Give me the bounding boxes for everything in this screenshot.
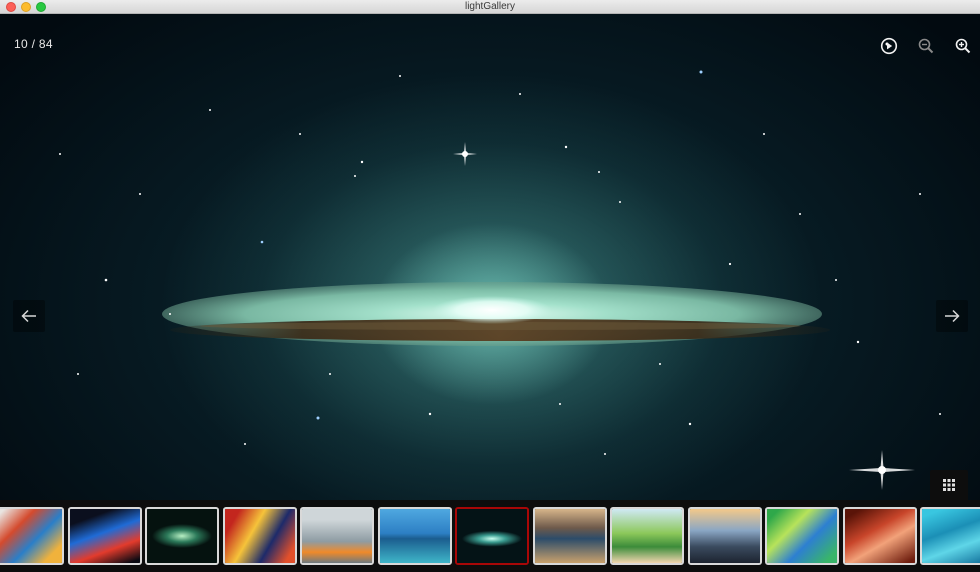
thumbnail-image (69, 509, 140, 563)
thumbnail-image (224, 509, 295, 563)
thumbnail-image (457, 509, 527, 563)
thumbnail-image (689, 509, 760, 563)
thumbnail-item[interactable] (300, 507, 374, 565)
grid-icon (943, 479, 955, 491)
thumbnail-image (844, 509, 915, 563)
galaxy-image (59, 42, 941, 490)
thumbnail-image (147, 509, 217, 563)
thumbnail-image (379, 509, 450, 563)
thumbnail-image (0, 509, 62, 563)
thumbnail-item[interactable] (687, 507, 762, 565)
thumbnail-image (612, 509, 682, 563)
autoplay-button[interactable] (879, 36, 899, 56)
thumbnail-item[interactable] (842, 507, 917, 565)
thumbnail-image (922, 509, 980, 563)
zoom-in-button[interactable] (953, 36, 973, 56)
window-title: lightGallery (464, 1, 516, 12)
play-circle-icon (880, 37, 898, 55)
thumbnail-toggle-button[interactable] (930, 470, 968, 500)
thumbnail-strip[interactable] (0, 500, 980, 572)
thumbnail-image (534, 509, 605, 563)
zoom-out-button[interactable] (916, 36, 936, 56)
next-slide-button[interactable] (936, 300, 968, 332)
thumbnail-item[interactable] (145, 507, 219, 565)
thumbnail-item[interactable] (765, 507, 839, 565)
slide-image: 10 / 84 (0, 14, 980, 500)
window-titlebar: lightGallery (0, 0, 980, 14)
zoom-in-icon (955, 38, 971, 54)
thumbnail-item[interactable] (67, 507, 142, 565)
thumbnail-item[interactable] (0, 507, 64, 565)
arrow-left-icon (21, 309, 36, 323)
thumbnail-image (302, 509, 372, 563)
thumbnail-item[interactable] (920, 507, 980, 565)
thumbnail-item[interactable] (532, 507, 607, 565)
thumbnail-item[interactable] (610, 507, 684, 565)
arrow-right-icon (945, 309, 960, 323)
thumbnail-item[interactable] (377, 507, 452, 565)
zoom-out-icon (918, 38, 934, 54)
slide-counter: 10 / 84 (14, 37, 53, 51)
thumbnail-image (767, 509, 837, 563)
thumbnail-item[interactable] (222, 507, 297, 565)
prev-slide-button[interactable] (13, 300, 45, 332)
thumbnail-item[interactable] (455, 507, 529, 565)
